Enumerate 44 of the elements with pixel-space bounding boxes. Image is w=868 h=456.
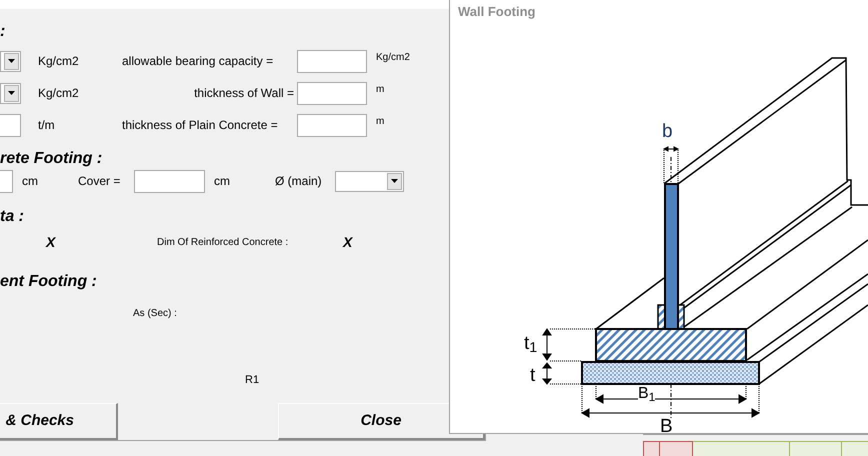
input-field[interactable] xyxy=(0,114,21,137)
dimension-label: B xyxy=(660,416,673,436)
calculation-button[interactable]: & Checks xyxy=(0,402,118,440)
caret-icon xyxy=(391,179,398,184)
unit-label: t/m xyxy=(38,117,56,134)
field-label: thickness of Wall = xyxy=(193,85,294,102)
field-label: allowable bearing capacity = xyxy=(122,53,274,70)
unit-label: cm xyxy=(22,173,39,190)
unit-label: Kg/cm2 xyxy=(38,53,80,70)
field-label: thickness of Plain Concrete = xyxy=(122,117,279,134)
input-field[interactable] xyxy=(0,170,13,193)
input-field[interactable] xyxy=(297,50,367,73)
dimension-value: X xyxy=(46,233,57,252)
spreadsheet-cell xyxy=(790,441,842,456)
unit-label: m xyxy=(376,82,384,97)
result-label: As (Sec) : xyxy=(133,306,177,320)
caret-icon xyxy=(8,91,15,96)
field-label: Cover = xyxy=(78,173,122,190)
unit-label: Kg/cm2 xyxy=(38,85,80,102)
section-heading: ta : xyxy=(0,208,24,225)
window-title: Wall Footing xyxy=(458,3,536,21)
spreadsheet-cell xyxy=(643,441,660,456)
spreadsheet-cell xyxy=(660,441,693,456)
dropdown[interactable] xyxy=(0,50,21,72)
spreadsheet-cell xyxy=(842,441,868,456)
section-heading: : xyxy=(0,22,6,40)
result-label: R1 xyxy=(245,372,260,388)
input-field[interactable] xyxy=(297,82,367,105)
dimension-label: t xyxy=(530,366,536,384)
input-field[interactable] xyxy=(297,114,367,137)
section-heading: rete Footing : xyxy=(0,150,102,167)
field-label: Ø (main) xyxy=(275,173,323,190)
section-heading: ent Footing : xyxy=(0,272,97,290)
unit-label: m xyxy=(376,114,384,129)
dimension-value: X xyxy=(343,233,352,252)
dimension-label: Dim Of Reinforced Concrete : xyxy=(157,236,290,250)
unit-label: cm xyxy=(214,173,231,190)
dimension-label: b xyxy=(662,122,673,140)
dimension-label: t$_{1}$ xyxy=(524,334,538,352)
unit-label: Kg/cm2 xyxy=(376,50,410,65)
input-field[interactable] xyxy=(134,170,205,193)
dimension-label: B$_{1}$ xyxy=(638,386,656,402)
dropdown[interactable] xyxy=(0,82,21,104)
caret-icon xyxy=(8,59,15,64)
